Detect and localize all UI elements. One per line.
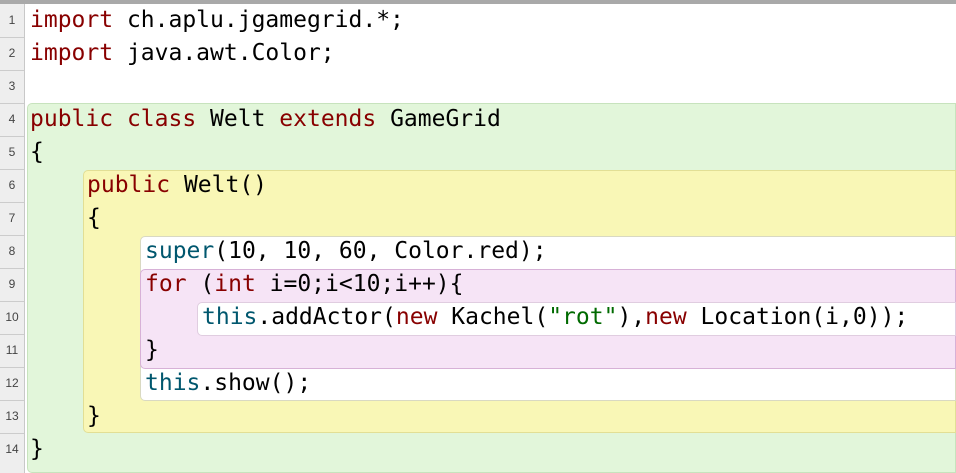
builtin-this: this bbox=[145, 370, 201, 396]
code-line-2[interactable]: import java.awt.Color; bbox=[30, 37, 335, 70]
code-text: ( bbox=[186, 271, 215, 297]
code-text: java.awt.Color; bbox=[113, 40, 335, 66]
keyword-class: class bbox=[113, 106, 197, 132]
code-line-11[interactable]: } bbox=[145, 334, 159, 367]
code-line-8[interactable]: super(10, 10, 60, Color.red); bbox=[145, 235, 547, 268]
code-line-14[interactable]: } bbox=[30, 433, 44, 466]
code-line-1[interactable]: import ch.aplu.jgamegrid.*; bbox=[30, 4, 404, 37]
line-number: 13 bbox=[5, 409, 19, 423]
code-text: Kachel( bbox=[437, 304, 549, 330]
code-line-4[interactable]: public class Welt extends GameGrid bbox=[30, 103, 501, 136]
code-line-12[interactable]: this.show(); bbox=[145, 367, 311, 400]
keyword-import: import bbox=[30, 7, 114, 33]
builtin-super: super bbox=[145, 238, 215, 264]
keyword-int: int bbox=[214, 271, 256, 297]
keyword-new: new bbox=[645, 304, 687, 330]
line-number: 9 bbox=[8, 277, 16, 291]
line-number: 12 bbox=[5, 376, 19, 390]
parent-class-name: GameGrid bbox=[376, 106, 501, 132]
code-line-6[interactable]: public Welt() bbox=[87, 169, 267, 202]
line-number: 8 bbox=[8, 244, 16, 258]
keyword-extends: extends bbox=[265, 106, 377, 132]
code-text: ), bbox=[617, 304, 646, 330]
line-number: 7 bbox=[8, 211, 16, 225]
line-number: 3 bbox=[8, 79, 16, 93]
class-name: Welt bbox=[196, 106, 266, 132]
code-text: (10, 10, 60, Color.red); bbox=[214, 238, 547, 264]
line-number: 2 bbox=[8, 46, 16, 60]
line-number: 4 bbox=[8, 112, 16, 126]
line-number: 6 bbox=[8, 178, 16, 192]
code-editor[interactable]: 1 2 3 4 5 6 7 8 9 10 11 12 13 14 import … bbox=[0, 0, 956, 473]
keyword-public: public bbox=[87, 172, 171, 198]
string-literal: "rot" bbox=[548, 304, 618, 330]
keyword-for: for bbox=[145, 271, 187, 297]
code-line-9[interactable]: for (int i=0;i<10;i++){ bbox=[145, 268, 464, 301]
line-number: 5 bbox=[8, 145, 16, 159]
code-text: .show(); bbox=[200, 370, 312, 396]
line-number-gutter: 1 2 3 4 5 6 7 8 9 10 11 12 13 14 bbox=[0, 4, 25, 473]
code-text: ch.aplu.jgamegrid.*; bbox=[113, 7, 404, 33]
line-number: 11 bbox=[5, 343, 19, 357]
line-number: 10 bbox=[5, 310, 19, 324]
constructor-signature: Welt() bbox=[170, 172, 268, 198]
code-text: Location(i,0)); bbox=[686, 304, 909, 330]
code-text: .addActor( bbox=[257, 304, 396, 330]
code-line-7[interactable]: { bbox=[87, 202, 101, 235]
builtin-this: this bbox=[202, 304, 258, 330]
line-number: 14 bbox=[5, 442, 19, 456]
code-line-13[interactable]: } bbox=[87, 400, 101, 433]
code-line-10[interactable]: this.addActor(new Kachel("rot"),new Loca… bbox=[202, 301, 908, 334]
code-line-5[interactable]: { bbox=[30, 136, 44, 169]
keyword-import: import bbox=[30, 40, 114, 66]
code-text: i=0;i<10;i++){ bbox=[255, 271, 464, 297]
keyword-new: new bbox=[395, 304, 438, 330]
keyword-public: public bbox=[30, 106, 114, 132]
line-number: 1 bbox=[8, 13, 16, 27]
